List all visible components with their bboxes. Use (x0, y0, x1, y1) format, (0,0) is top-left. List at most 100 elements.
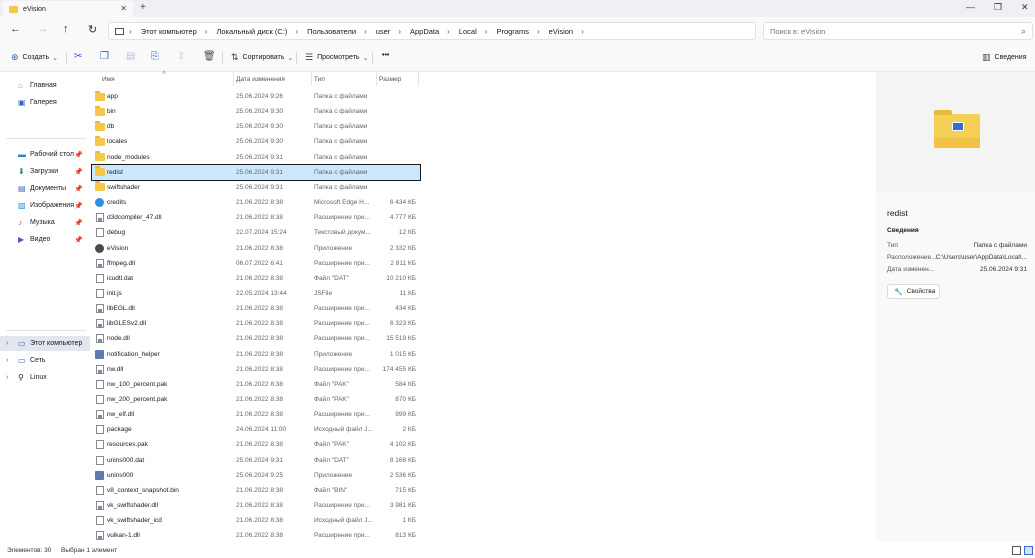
breadcrumb-programs[interactable]: Programs (496, 27, 529, 36)
sidebar-item-gallery[interactable]: ▣ Галерея (0, 95, 90, 110)
properties-button[interactable]: 🔧 Свойства (887, 284, 940, 299)
file-row[interactable]: libGLESv2.dll 21.06.2022 8:38 Расширение п… (92, 316, 420, 331)
file-row[interactable]: d3dcompiler_47.dll 21.06.2022 8:38 Расшире… (92, 210, 420, 225)
column-header-date[interactable]: Дата изменения (236, 72, 285, 86)
file-row[interactable]: icudtl.dat 21.06.2022 8:38 Файл "DAT" 10 21… (92, 271, 420, 286)
share-icon[interactable]: ⇪ (177, 51, 185, 62)
close-window-button[interactable]: ✕ (1021, 2, 1029, 13)
rename-icon[interactable]: ⎘ (151, 51, 159, 62)
sort-button[interactable]: ⇅ Сортировать ⌄ (231, 52, 293, 63)
column-divider[interactable] (233, 72, 234, 86)
sidebar-item-documents[interactable]: ▤ Документы 📌 (0, 181, 90, 196)
file-row[interactable]: eVision 21.06.2022 8:38 Приложение 2 332 КБ (92, 241, 420, 256)
sidebar-item-label: Загрузки (30, 168, 59, 175)
file-row[interactable]: unins000 25.06.2024 9:25 Приложение 2 536 К… (92, 468, 420, 483)
file-row[interactable]: node.dll 21.06.2022 8:38 Расширение при...… (92, 331, 420, 346)
file-row[interactable]: nw.dll 21.06.2022 8:38 Расширение при... 17… (92, 362, 420, 377)
breadcrumb-appdata[interactable]: AppData (410, 27, 439, 36)
chevron-right-icon[interactable]: › (6, 340, 8, 347)
file-row[interactable]: resources.pak 21.06.2022 8:38 Файл "PAK" 4 … (92, 437, 420, 452)
pin-icon[interactable]: 📌 (74, 202, 83, 210)
breadcrumb-user[interactable]: user (376, 27, 391, 36)
minimize-button[interactable]: — (966, 2, 975, 12)
pin-icon[interactable]: 📌 (74, 168, 83, 176)
cut-icon[interactable]: ✂ (74, 51, 82, 62)
close-tab-icon[interactable]: ✕ (120, 4, 127, 13)
back-button[interactable]: ← (10, 23, 21, 35)
file-row[interactable]: vk_swiftshader_icd 21.06.2022 8:38 Исходны… (92, 513, 420, 528)
file-date: 21.06.2022 8:38 (236, 380, 283, 388)
file-row[interactable]: ffmpeg.dll 06.07.2022 6:41 Расширение при.… (92, 256, 420, 271)
file-row[interactable]: package 24.06.2024 11:00 Исходный файл J..… (92, 422, 420, 437)
chevron-right-icon: › (295, 26, 299, 36)
file-row[interactable]: nw_200_percent.pak 21.06.2022 8:38 Файл "P… (92, 392, 420, 407)
file-row[interactable]: vk_swiftshader.dll 21.06.2022 8:38 Расшире… (92, 498, 420, 513)
chevron-right-icon[interactable]: › (6, 374, 8, 381)
sidebar-item-music[interactable]: ♪ Музыка 📌 (0, 215, 90, 230)
pin-icon[interactable]: 📌 (74, 219, 83, 227)
file-row[interactable]: nw_elf.dll 21.06.2022 8:38 Расширение при.… (92, 407, 420, 422)
breadcrumb-this-pc[interactable]: Этот компьютер (141, 27, 197, 36)
column-header-name[interactable]: Имя (102, 72, 115, 86)
breadcrumb-local-disk[interactable]: Локальный диск (C:) (216, 27, 287, 36)
search-input[interactable]: Поиск в: eVision ⌕ (763, 22, 1033, 40)
file-row[interactable]: debug 22.07.2024 15:24 Текстовый докум... 1… (92, 225, 420, 240)
file-row[interactable]: redist 25.06.2024 9:31 Папка с файлами (91, 163, 421, 181)
sidebar-item-pictures[interactable]: ▨ Изображения 📌 (0, 198, 90, 213)
up-button[interactable]: ↑ (63, 23, 69, 35)
pictures-icon: ▨ (18, 201, 26, 210)
file-row[interactable]: vulkan-1.dll 21.06.2022 8:38 Расширение пр… (92, 528, 420, 543)
chevron-right-icon[interactable]: › (6, 357, 8, 364)
copy-icon[interactable]: ❐ (100, 51, 109, 62)
divider (222, 52, 223, 64)
view-button[interactable]: ☰ Просмотреть ⌄ (305, 52, 368, 63)
maximize-button[interactable]: ❐ (994, 2, 1002, 13)
file-row[interactable]: db 25.06.2024 9:30 Папка с файлами (92, 119, 420, 134)
sidebar-item-this-pc[interactable]: › ▭ Этот компьютер (0, 336, 90, 351)
forward-button[interactable]: → (37, 23, 48, 35)
column-header-size[interactable]: Размер (379, 72, 401, 86)
refresh-button[interactable]: ↻ (88, 23, 97, 36)
file-row[interactable]: node_modules 25.06.2024 9:31 Папка с файла… (92, 150, 420, 165)
sidebar-item-downloads[interactable]: ⬇ Загрузки 📌 (0, 164, 90, 179)
details-pane-button[interactable]: ▥ Сведения (982, 52, 1027, 63)
sidebar-item-desktop[interactable]: ▬ Рабочий стол 📌 (0, 147, 90, 162)
details-view-icon[interactable] (1012, 546, 1021, 555)
more-options-button[interactable]: ••• (382, 52, 389, 59)
pin-icon[interactable]: 📌 (74, 185, 83, 193)
column-divider[interactable] (376, 72, 377, 86)
sidebar-item-linux[interactable]: › ⚲ Linux (0, 370, 90, 385)
column-divider[interactable] (418, 72, 419, 86)
column-divider[interactable] (311, 72, 312, 86)
sidebar-item-label: Linux (30, 374, 47, 381)
paste-icon[interactable]: ▤ (126, 51, 135, 62)
file-row[interactable]: credits 21.06.2022 8:38 Microsoft Edge H..… (92, 195, 420, 210)
delete-icon[interactable]: 🗑 (203, 51, 216, 62)
file-row[interactable]: v8_context_snapshot.bin 21.06.2022 8:38 Фа… (92, 483, 420, 498)
pin-icon[interactable]: 📌 (74, 236, 83, 244)
file-row[interactable]: init.js 22.05.2024 13:44 JSFile 11 КБ (92, 286, 420, 301)
new-tab-button[interactable]: + (140, 2, 146, 13)
pin-icon[interactable]: 📌 (74, 151, 83, 159)
sidebar-item-video[interactable]: ▶ Видео 📌 (0, 232, 90, 247)
tiles-view-icon[interactable] (1024, 546, 1033, 555)
file-row[interactable]: nw_100_percent.pak 21.06.2022 8:38 Файл "P… (92, 377, 420, 392)
file-row[interactable]: app 25.06.2024 9:26 Папка с файлами (92, 89, 420, 104)
sidebar-item-network[interactable]: › ▭ Сеть (0, 353, 90, 368)
address-bar[interactable]: › Этот компьютер › Локальный диск (C:) ›… (108, 22, 756, 40)
sidebar-item-home[interactable]: ⌂ Главная (0, 78, 90, 93)
breadcrumb-evision[interactable]: eVision (549, 27, 573, 36)
column-header-type[interactable]: Тип (314, 72, 325, 86)
file-row[interactable]: bin 25.06.2024 9:30 Папка с файлами (92, 104, 420, 119)
tab-evision[interactable]: eVision ✕ (3, 1, 133, 17)
breadcrumb-users[interactable]: Пользователи (307, 27, 356, 36)
file-row[interactable]: notification_helper 21.06.2022 8:38 Прилож… (92, 347, 420, 362)
file-row[interactable]: unins000.dat 25.06.2024 9:31 Файл "DAT" 8 1… (92, 453, 420, 468)
file-row[interactable]: libEGL.dll 21.06.2022 8:38 Расширение при.… (92, 301, 420, 316)
breadcrumb-local[interactable]: Local (459, 27, 477, 36)
chevron-right-icon: › (129, 26, 132, 36)
file-row[interactable]: locales 25.06.2024 9:30 Папка с файлами (92, 134, 420, 149)
file-row[interactable]: swiftshader 25.06.2024 9:31 Папка с файлам… (92, 180, 420, 195)
create-button[interactable]: ⊕ Создать ⌄ (11, 52, 58, 63)
file-type: Расширение при... (314, 214, 370, 222)
